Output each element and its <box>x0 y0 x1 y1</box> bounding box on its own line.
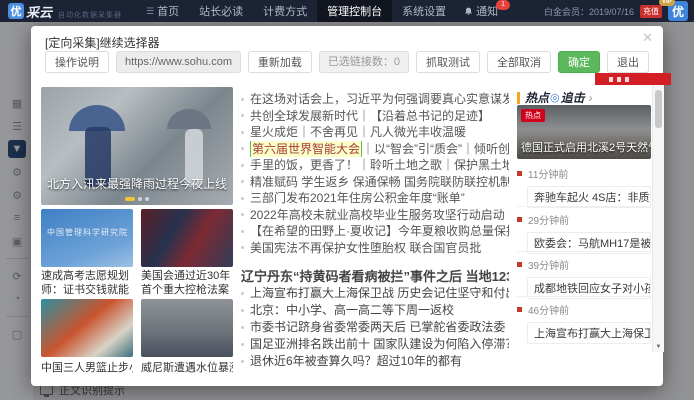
headline-item[interactable]: 国足亚洲排名跌出前十 国家队建设为何陷入停滞？ <box>241 336 509 353</box>
bell-icon <box>464 7 473 16</box>
reload-button[interactable]: 重新加载 <box>248 51 312 73</box>
title-accent-bar <box>517 92 520 104</box>
bullet-square <box>517 217 522 222</box>
hero-carousel[interactable]: 北方入汛来最强降雨过程今夜上线 <box>41 87 233 205</box>
hot-list-item: 29分钟前 欧委会：马航MH17是被袭击落 <box>517 206 651 254</box>
nav-home[interactable]: ☰ 首页 <box>136 0 189 22</box>
umbrella-shape <box>167 109 211 129</box>
confirm-button[interactable]: 确定 <box>558 51 600 73</box>
headline-item[interactable]: 辽宁丹东“持黄码者看病被拦”事件之后 当地12345回应 <box>241 268 509 285</box>
hot-list-item: 11分钟前 奔驰车起火 4S店：非质量问题 <box>517 161 651 208</box>
bullet-square <box>517 262 522 267</box>
headline-item[interactable]: 2022年高校未就业高校毕业生服务攻坚行动启动 <box>241 207 509 224</box>
logo-tagline: 自动化数据采集器 <box>58 10 122 20</box>
thumb-caption[interactable]: 美国会通过近30年首个重大控枪法案 <box>141 269 233 297</box>
active-dot[interactable] <box>125 197 135 201</box>
hot-list-item: 46分钟前 上海宣布打赢大上海保卫战 <box>517 296 651 344</box>
nav-webmaster-read[interactable]: 站长必读 <box>189 0 253 22</box>
scroll-down-arrow[interactable]: ▼ <box>653 342 664 352</box>
thumb-image-speech[interactable] <box>141 209 233 267</box>
url-input[interactable] <box>116 51 241 73</box>
target-icon: ◎ <box>550 91 560 104</box>
thumb-image-institute[interactable]: 中国管理科学研究院 <box>41 209 133 267</box>
hamburger-icon: ☰ <box>146 6 154 17</box>
captured-webpage: 北方入汛来最强降雨过程今夜上线 中国管理科学研究院 速成高考志愿规划师：证书交钱… <box>41 85 653 381</box>
vip-badge: VIP <box>659 0 675 6</box>
nav-console[interactable]: 管理控制台 <box>317 0 392 22</box>
dot[interactable] <box>138 197 142 201</box>
hot-topics-panel: 热点 ◎ 追击 › 热点 德国正式启用北溪2号天然气管道 11分钟前 奔驰车起火… <box>517 85 651 381</box>
close-icon[interactable]: ✕ <box>642 30 653 46</box>
headline-item[interactable]: 【在希望的田野上·夏收记】今年夏粮收购总量保持高水平 <box>241 223 509 240</box>
nav-notifications[interactable]: 通知 1 <box>456 0 506 22</box>
topbar: 优 采云 自动化数据采集器 ☰ 首页 站长必读 计费方式 管理控制台 系统设置 … <box>0 0 694 22</box>
hot-list-item: 39分钟前 成都地铁回应女子对小孩跳地舞 <box>517 251 651 299</box>
sign-text: 中国管理科学研究院 <box>47 227 128 238</box>
logo-text: 采云 <box>26 2 52 21</box>
bullet-square <box>517 171 522 176</box>
headline-item[interactable]: 上海宣布打赢大上海保卫战 历史会记住坚守和付出的所有人 <box>241 285 509 302</box>
headline-item[interactable]: 在这场对话会上，习近平为何强调要真心实意谋发展？ <box>241 91 509 108</box>
topbar-account: 白金会员：2019/07/16 充值 优 VIP <box>544 1 694 21</box>
selected-links-count: 已选链接数：0 <box>319 51 409 73</box>
recharge-button[interactable]: 充值 <box>640 5 662 18</box>
headline-item[interactable]: 美国宪法不再保护女性堕胎权 联合国官员批 <box>241 240 509 257</box>
dot[interactable] <box>145 197 149 201</box>
grab-test-button[interactable]: 抓取测试 <box>416 51 480 73</box>
main-nav: ☰ 首页 站长必读 计费方式 管理控制台 系统设置 通知 1 <box>136 0 506 22</box>
headline-item[interactable]: 北京：中小学、高一高二等下周一返校 <box>241 302 509 319</box>
thumb-image-venice[interactable] <box>141 299 233 357</box>
notification-badge: 1 <box>496 0 510 10</box>
page-scrollbar[interactable]: ▲ ▼ <box>652 76 664 352</box>
promo-banner <box>595 73 671 85</box>
hero-caption[interactable]: 北方入汛来最强降雨过程今夜上线 <box>47 175 227 192</box>
headline-item[interactable]: 共创全球发展新时代｜【沿着总书记的足迹】 <box>241 108 509 125</box>
headline-list: 在这场对话会上，习近平为何强调要真心实意谋发展？ 共创全球发展新时代｜【沿着总书… <box>241 85 509 381</box>
help-button[interactable]: 操作说明 <box>45 51 109 73</box>
corner-logo[interactable]: 优 VIP <box>668 1 688 21</box>
headline-item[interactable]: 手里的饭，更香了！｜聆听土地之歌｜保护黑土地就是保护每个… <box>241 157 509 174</box>
nav-settings[interactable]: 系统设置 <box>392 0 456 22</box>
dialog-title: [定向采集]继续选择器 <box>45 34 160 51</box>
link-selector-dialog: [定向采集]继续选择器 ✕ 操作说明 重新加载 已选链接数：0 抓取测试 全部取… <box>31 26 663 386</box>
logo-icon: 优 <box>8 3 24 19</box>
hot-panel-title[interactable]: 热点 ◎ 追击 › <box>517 89 593 106</box>
headline-item[interactable]: 退休近6年被查算久吗？超过10年的都有 <box>241 353 509 370</box>
headline-item[interactable]: 三部门发布2021年住房公积金年度“账单” <box>241 190 509 207</box>
hot-story-caption: 德国正式启用北溪2号天然气管道 <box>521 139 651 155</box>
thumb-caption[interactable]: 中国三人男篮止步小组赛 <box>41 361 133 377</box>
timestamp: 29分钟前 <box>528 212 569 227</box>
headline-item[interactable]: 星火成炬｜不舍再见｜凡人微光丰收温暖 <box>241 124 509 141</box>
headline-item[interactable]: 精准赋码 学生返乡 保通保畅 国务院联防联控机制回应 <box>241 174 509 191</box>
dialog-toolbar: 操作说明 重新加载 已选链接数：0 抓取测试 全部取消 确定 退出 <box>45 50 649 74</box>
headline-group-2: 辽宁丹东“持黄码者看病被拦”事件之后 当地12345回应 上海宣布打赢大上海保卫… <box>241 268 509 370</box>
hot-story-image[interactable]: 热点 德国正式启用北溪2号天然气管道 <box>517 105 651 159</box>
timestamp: 46分钟前 <box>528 302 569 317</box>
cancel-all-button[interactable]: 全部取消 <box>487 51 551 73</box>
thumb-image-basketball[interactable] <box>41 299 133 357</box>
carousel-dots[interactable] <box>125 197 149 201</box>
nav-billing[interactable]: 计费方式 <box>253 0 317 22</box>
hot-tag: 热点 <box>521 109 545 122</box>
headline-item-selected[interactable]: 第六届世界智能大会｜以“智会”引“质会”｜倾听创新的律动 <box>241 141 509 158</box>
membership-expiry: 白金会员：2019/07/16 <box>544 5 634 18</box>
thumb-caption[interactable]: 威尼斯遭遇水位暴涨 圣 <box>141 361 233 377</box>
app-logo[interactable]: 优 采云 自动化数据采集器 <box>8 2 122 21</box>
hot-link[interactable]: 上海宣布打赢大上海保卫战 <box>527 322 651 344</box>
selected-link-highlight: 第六届世界智能大会 <box>250 141 362 158</box>
timestamp: 11分钟前 <box>528 166 568 181</box>
headline-item[interactable]: 市委书记跻身省委常委两天后 已掌舵省委政法委 <box>241 319 509 336</box>
bullet-square <box>517 307 522 312</box>
exit-button[interactable]: 退出 <box>607 51 649 73</box>
scrollbar-thumb[interactable] <box>655 90 662 128</box>
thumb-caption[interactable]: 速成高考志愿规划师：证书交钱就能拿 <box>41 269 133 297</box>
chevron-right-icon: › <box>589 91 593 105</box>
timestamp: 39分钟前 <box>528 257 569 272</box>
hot-link[interactable]: 奔驰车起火 4S店：非质量问题 <box>527 186 651 208</box>
